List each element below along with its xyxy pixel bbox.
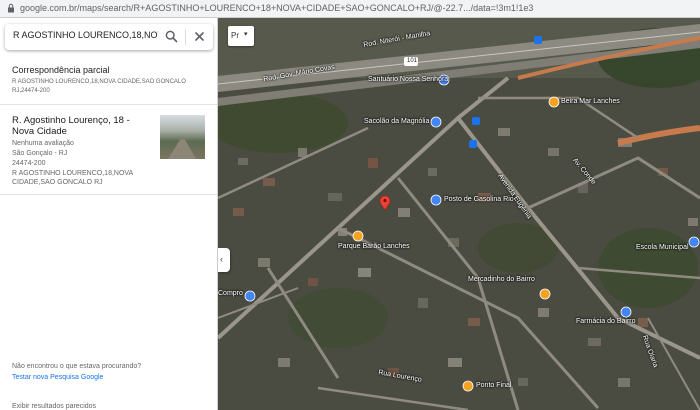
poi-label[interactable]: Santuário Nossa Senhora [368, 76, 448, 83]
restaurant-pin[interactable] [539, 288, 551, 300]
shop-pin[interactable] [688, 236, 700, 248]
poi-label[interactable]: Escola Municipal [636, 244, 689, 251]
chevron-left-icon: ‹ [220, 254, 223, 264]
lock-icon [8, 3, 14, 13]
poi-label[interactable]: Farmácia do Bairro [576, 318, 636, 325]
try-google-search-link[interactable]: Testar nova Pesquisa Google [12, 373, 103, 382]
search-input[interactable] [13, 30, 158, 40]
map-layer-selector[interactable]: Pr ▾ [228, 26, 254, 46]
poi-label[interactable]: Posto de Gasolina Rio [444, 196, 514, 203]
result-title[interactable]: R. Agostinho Lourenço, 18 - Nova Cidade [12, 115, 152, 137]
bus-stop-pin[interactable] [534, 36, 542, 44]
restaurant-pin[interactable] [352, 230, 364, 242]
poi-label[interactable]: Beira Mar Lanches [561, 98, 620, 105]
bus-stop-pin[interactable] [472, 117, 480, 125]
url-text[interactable]: google.com.br/maps/search/R+AGOSTINHO+LO… [20, 3, 690, 13]
result-city: São Gonçalo - RJ [12, 150, 68, 157]
bus-stop-pin[interactable] [469, 140, 477, 148]
poi-label[interactable]: Parque Barão Lanches [338, 243, 410, 250]
browser-address-bar[interactable]: google.com.br/maps/search/R+AGOSTINHO+LO… [0, 0, 700, 18]
poi-label[interactable]: Mercadinho do Bairro [468, 276, 535, 283]
search-icon[interactable] [165, 30, 178, 43]
collapse-panel-button[interactable]: ‹ [218, 248, 230, 272]
poi-label[interactable]: Compro [218, 290, 243, 297]
shop-pin[interactable] [430, 194, 442, 206]
partial-match-address[interactable]: R AGOSTINHO LOURENCO,18,NOVA CIDADE,SAO … [12, 78, 207, 96]
chevron-down-icon: ▾ [244, 31, 248, 38]
shop-pin[interactable] [620, 306, 632, 318]
satellite-map[interactable]: Rod. Niterói - Manilha Rod. Gov. Mário C… [218, 18, 700, 410]
close-icon[interactable] [193, 30, 206, 43]
search-box [5, 24, 213, 50]
shop-pin[interactable] [244, 290, 256, 302]
route-number: 101 [407, 58, 418, 64]
restaurant-pin[interactable] [548, 96, 560, 108]
layer-label: Pr [231, 31, 239, 40]
partial-match-title: Correspondência parcial [12, 65, 110, 75]
divider [0, 104, 217, 105]
similar-results-link[interactable]: Exibir resultados parecidos [12, 402, 96, 410]
shop-pin[interactable] [430, 116, 442, 128]
divider [0, 194, 217, 195]
street-view-thumbnail[interactable] [160, 115, 205, 159]
result-raw-line1: R AGOSTINHO LOURENCO,18,NOVA [12, 170, 134, 177]
search-separator [185, 29, 186, 45]
poi-label[interactable]: Sacolão da Magnólia [364, 118, 429, 125]
not-found-text: Não encontrou o que estava procurando? [12, 363, 142, 370]
restaurant-pin[interactable] [462, 380, 474, 392]
result-cep: 24474-200 [12, 160, 46, 167]
result-raw-line2: CIDADE,SAO GONCALO RJ [12, 179, 103, 186]
poi-label[interactable]: Ponto Final [476, 382, 511, 389]
thumbnail-road [168, 139, 196, 159]
results-sidebar: Correspondência parcial R AGOSTINHO LOUR… [0, 18, 218, 410]
result-rating: Nenhuma avaliação [12, 140, 74, 147]
